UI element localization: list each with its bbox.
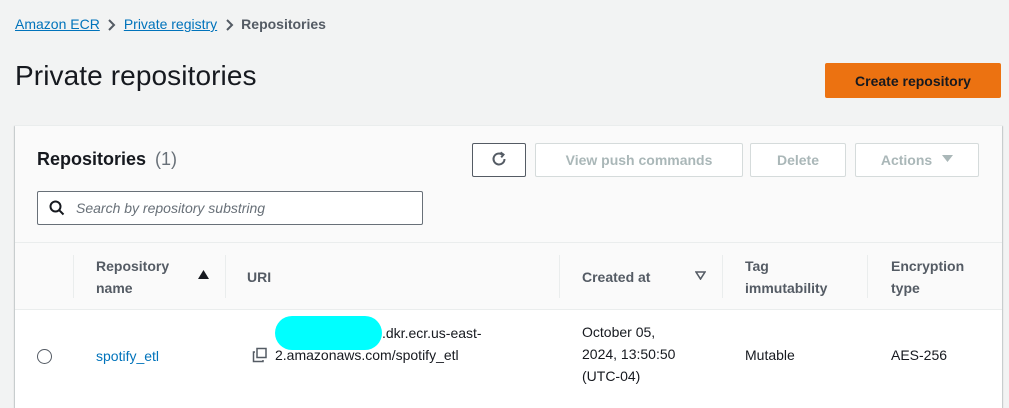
column-repository-name-line2: name (96, 279, 133, 296)
table-header: Repository name URI Created at Tag immut… (15, 243, 1002, 310)
column-divider (867, 255, 868, 298)
column-tag-immutability[interactable]: Tag immutability (745, 243, 865, 310)
breadcrumb-amazon-ecr[interactable]: Amazon ECR (15, 16, 100, 32)
repository-count: (1) (155, 149, 178, 169)
uri-line1: .dkr.ecr.us-east- (382, 325, 482, 341)
column-created-at[interactable]: Created at (582, 243, 702, 310)
uri-line2: 2.amazonaws.com/spotify_etl (275, 347, 459, 363)
created-line3: (UTC-04) (582, 368, 641, 384)
column-divider (722, 255, 723, 298)
page-title: Private repositories (15, 60, 257, 91)
delete-button[interactable]: Delete (750, 143, 846, 177)
column-encryption-line1: Encryption (891, 257, 965, 274)
refresh-button[interactable] (472, 143, 526, 177)
create-repository-button[interactable]: Create repository (825, 63, 1001, 98)
repository-name-link[interactable]: spotify_etl (96, 345, 159, 367)
view-push-commands-button[interactable]: View push commands (535, 143, 743, 177)
column-encryption-type[interactable]: Encryption type (891, 243, 991, 310)
repository-uri: .dkr.ecr.us-east- 2.amazonaws.com/spotif… (275, 316, 555, 366)
column-divider (73, 255, 74, 298)
panel-heading-label: Repositories (37, 149, 147, 169)
column-divider (225, 255, 226, 298)
chevron-right-icon (217, 16, 241, 32)
sort-ascending-icon[interactable] (198, 270, 209, 282)
breadcrumb: Amazon ECR Private registry Repositories (15, 14, 326, 34)
encryption-type-value: AES-256 (891, 347, 948, 363)
row-select-radio[interactable] (37, 349, 52, 364)
table-row[interactable]: spotify_etl .dkr.ecr.us-east- 2.amazonaw… (15, 310, 1002, 402)
repository-name-text[interactable]: spotify_etl (96, 348, 159, 364)
created-line1: October 05, (582, 324, 656, 340)
search-icon (48, 199, 66, 217)
panel-heading: Repositories (1) (37, 149, 177, 170)
actions-dropdown[interactable]: Actions (855, 143, 979, 177)
tag-immutability-value: Mutable (745, 347, 795, 363)
refresh-icon (490, 150, 508, 171)
column-uri[interactable]: URI (247, 243, 447, 310)
column-tag-line1: Tag (745, 257, 769, 274)
caret-down-icon (942, 154, 954, 166)
created-line2: 2024, 13:50:50 (582, 346, 676, 362)
search-input[interactable] (74, 199, 414, 217)
sort-icon[interactable] (694, 271, 707, 283)
search-field[interactable] (37, 191, 423, 225)
created-at-value: October 05, 2024, 13:50:50 (UTC-04) (582, 321, 712, 387)
repositories-panel: Repositories (1) View push commands Dele… (15, 125, 1002, 408)
breadcrumb-current: Repositories (241, 16, 326, 32)
column-repository-name[interactable]: Repository name (96, 243, 236, 310)
column-repository-name-line1: Repository (96, 257, 170, 274)
copy-icon[interactable] (252, 347, 268, 363)
chevron-right-icon (100, 16, 124, 32)
actions-label: Actions (880, 152, 933, 168)
column-divider (559, 255, 560, 298)
column-encryption-line2: type (891, 279, 920, 296)
column-tag-line2: immutability (745, 279, 828, 296)
breadcrumb-private-registry[interactable]: Private registry (124, 16, 217, 32)
panel-header: Repositories (1) View push commands Dele… (15, 126, 1002, 243)
